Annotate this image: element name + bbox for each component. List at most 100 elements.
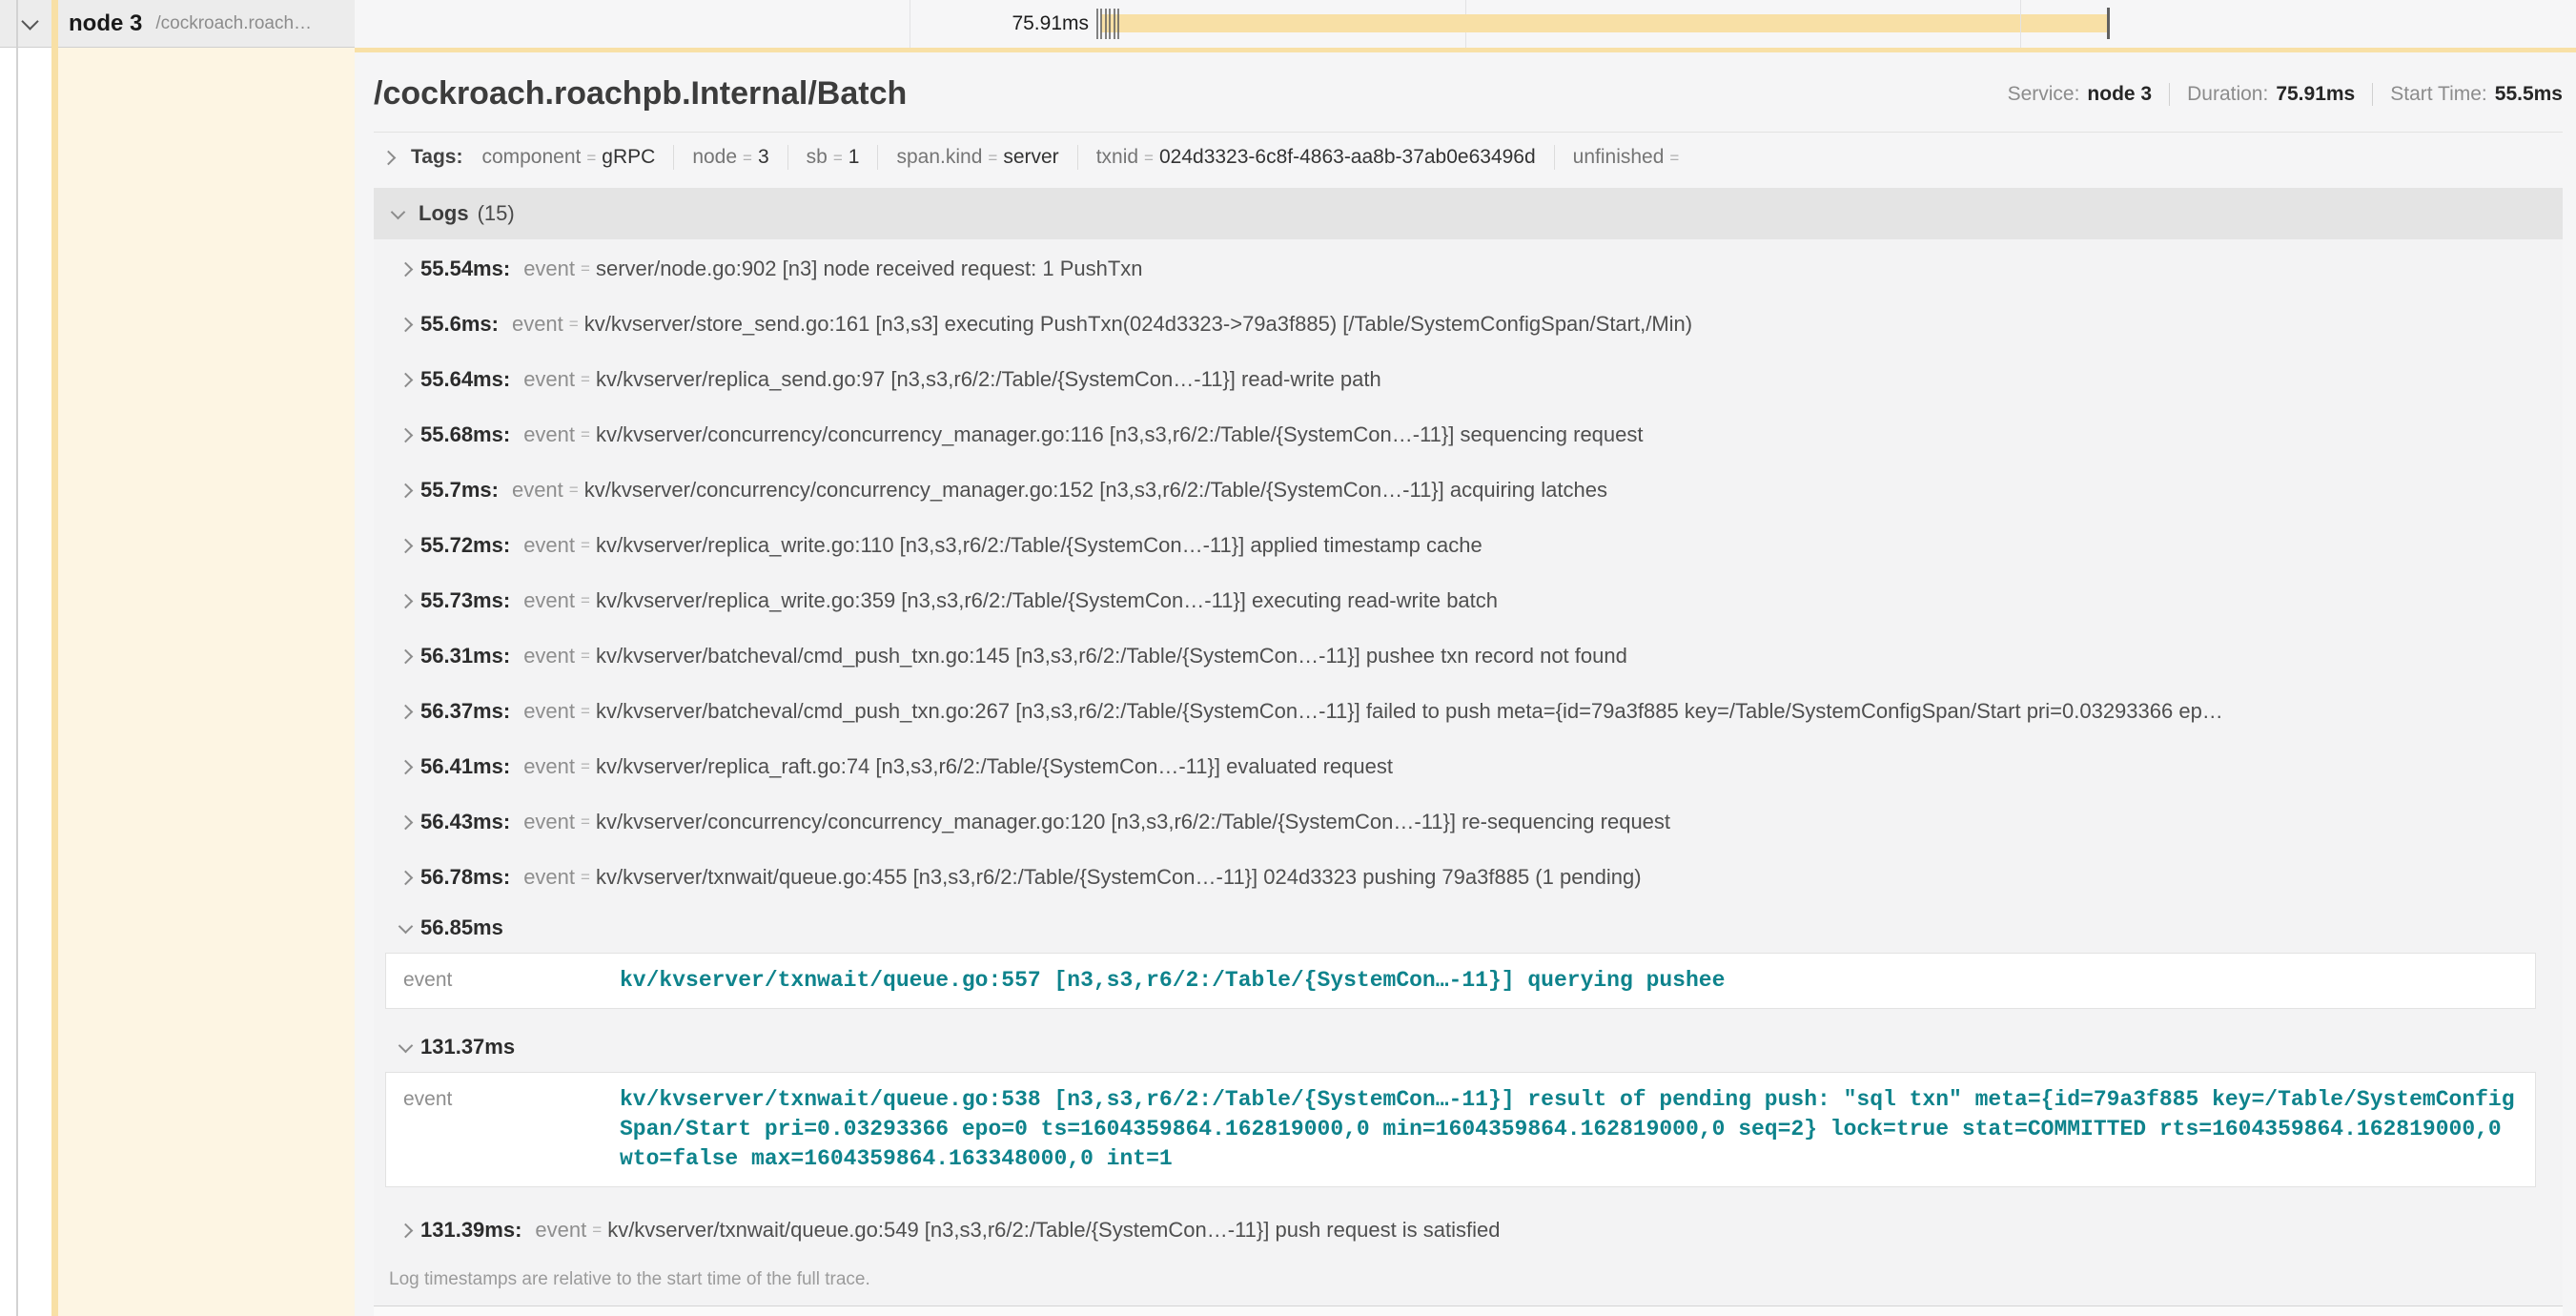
log-field-key: event xyxy=(523,422,575,447)
log-tick-mark xyxy=(1105,9,1107,39)
equals-sign: = xyxy=(581,812,590,832)
logs-accordion-header[interactable]: Logs (15) xyxy=(374,188,2563,239)
log-timestamp: 55.7ms: xyxy=(420,478,499,503)
log-entry-expanded: 56.85ms event kv/kvserver/txnwait/queue.… xyxy=(385,905,2536,1009)
log-timestamp: 56.31ms: xyxy=(420,644,510,668)
chevron-down-icon[interactable] xyxy=(399,1038,414,1053)
chevron-right-icon[interactable] xyxy=(399,593,414,608)
stat-divider xyxy=(2372,83,2373,106)
equals-sign: = xyxy=(581,702,590,721)
span-detail-header: /cockroach.roachpb.Internal/Batch Servic… xyxy=(374,52,2563,133)
tag-value: gRPC xyxy=(602,146,655,169)
log-timestamp: 55.68ms: xyxy=(420,422,510,447)
start-time-stat-value: 55.5ms xyxy=(2495,83,2563,106)
equals-sign: = xyxy=(1669,149,1679,168)
log-timestamp: 55.72ms: xyxy=(420,533,510,558)
chevron-right-icon[interactable] xyxy=(399,427,414,442)
tag-divider xyxy=(673,145,674,170)
chevron-right-icon[interactable] xyxy=(399,483,414,498)
chevron-down-icon[interactable] xyxy=(399,918,414,934)
span-detail-title: /cockroach.roachpb.Internal/Batch xyxy=(374,75,907,113)
log-message: kv/kvserver/batcheval/cmd_push_txn.go:26… xyxy=(596,699,2536,724)
log-entry-header[interactable]: 56.85ms xyxy=(385,905,2536,951)
tag-item: span.kind = server xyxy=(896,146,1058,169)
tag-key: node xyxy=(692,146,737,169)
equals-sign: = xyxy=(988,149,997,168)
log-entry[interactable]: 131.39ms: event = kv/kvserver/txnwait/qu… xyxy=(385,1203,2536,1258)
timeline-area[interactable]: 75.91ms xyxy=(355,0,2576,48)
log-message: kv/kvserver/replica_raft.go:74 [n3,s3,r6… xyxy=(596,754,2536,779)
equals-sign: = xyxy=(833,149,843,168)
log-entry[interactable]: 55.6ms: event = kv/kvserver/store_send.g… xyxy=(385,297,2536,352)
service-stat-value: node 3 xyxy=(2087,83,2152,106)
chevron-right-icon[interactable] xyxy=(399,759,414,774)
tag-value: 1 xyxy=(848,146,860,169)
equals-sign: = xyxy=(581,647,590,666)
log-timestamp: 56.37ms: xyxy=(420,699,510,724)
logs-footer-note: Log timestamps are relative to the start… xyxy=(385,1258,2536,1306)
tag-divider xyxy=(787,145,788,170)
chevron-right-icon[interactable] xyxy=(399,1223,414,1238)
log-field-key: event xyxy=(523,754,575,779)
log-message: kv/kvserver/replica_write.go:110 [n3,s3,… xyxy=(596,533,2536,558)
log-entry[interactable]: 55.64ms: event = kv/kvserver/replica_sen… xyxy=(385,352,2536,407)
chevron-right-icon[interactable] xyxy=(399,372,414,387)
log-tick-mark xyxy=(1109,9,1111,39)
log-entry[interactable]: 55.73ms: event = kv/kvserver/replica_wri… xyxy=(385,573,2536,628)
equals-sign: = xyxy=(581,370,590,389)
log-message: kv/kvserver/replica_write.go:359 [n3,s3,… xyxy=(596,588,2536,613)
grid-line xyxy=(2020,0,2021,48)
log-message: kv/kvserver/concurrency/concurrency_mana… xyxy=(596,810,2536,834)
tag-value: 024d3323-6c8f-4863-aa8b-37ab0e63496d xyxy=(1159,146,1536,169)
logs-count: (15) xyxy=(478,201,515,226)
log-message: kv/kvserver/txnwait/queue.go:455 [n3,s3,… xyxy=(596,865,2536,890)
tag-item: txnid = 024d3323-6c8f-4863-aa8b-37ab0e63… xyxy=(1096,146,1536,169)
log-timestamp: 55.54ms: xyxy=(420,257,510,281)
chevron-right-icon[interactable] xyxy=(399,870,414,885)
log-entry-header[interactable]: 131.37ms xyxy=(385,1024,2536,1070)
chevron-down-icon[interactable] xyxy=(21,12,38,30)
log-entry[interactable]: 55.72ms: event = kv/kvserver/replica_wri… xyxy=(385,518,2536,573)
chevron-right-icon[interactable] xyxy=(399,704,414,719)
tag-key: sb xyxy=(807,146,828,169)
duration-stat-value: 75.91ms xyxy=(2276,83,2355,106)
span-bar-row[interactable]: node 3 /cockroach.roach… 75.91ms xyxy=(0,0,2576,48)
log-timestamp: 56.78ms: xyxy=(420,865,510,890)
log-field-key: event xyxy=(535,1218,586,1243)
log-entry[interactable]: 56.41ms: event = kv/kvserver/replica_raf… xyxy=(385,739,2536,794)
duration-label: 75.91ms xyxy=(355,0,1089,48)
chevron-right-icon[interactable] xyxy=(381,150,397,165)
tag-divider xyxy=(1077,145,1078,170)
log-timestamp: 131.37ms xyxy=(420,1035,515,1059)
log-entry[interactable]: 56.37ms: event = kv/kvserver/batcheval/c… xyxy=(385,684,2536,739)
trace-detail-view: node 3 /cockroach.roach… 75.91ms /cockro… xyxy=(0,0,2576,1316)
chevron-right-icon[interactable] xyxy=(399,261,414,277)
chevron-right-icon[interactable] xyxy=(399,538,414,553)
log-entry[interactable]: 56.31ms: event = kv/kvserver/batcheval/c… xyxy=(385,628,2536,684)
chevron-down-icon[interactable] xyxy=(391,204,406,219)
chevron-right-icon[interactable] xyxy=(399,317,414,332)
log-timestamp: 131.39ms: xyxy=(420,1218,521,1243)
span-bar[interactable] xyxy=(1101,14,2107,32)
span-overview-stats: Service: node 3 Duration: 75.91ms Start … xyxy=(2008,83,2563,106)
tags-section[interactable]: Tags: component = gRPC node = 3 sb = 1 s… xyxy=(374,133,2563,182)
log-entry[interactable]: 56.78ms: event = kv/kvserver/txnwait/que… xyxy=(385,850,2536,905)
log-entry[interactable]: 56.43ms: event = kv/kvserver/concurrency… xyxy=(385,794,2536,850)
log-entry[interactable]: 55.7ms: event = kv/kvserver/concurrency/… xyxy=(385,463,2536,518)
span-detail-gutter xyxy=(58,48,355,1316)
tag-item: node = 3 xyxy=(692,146,768,169)
log-entry[interactable]: 55.68ms: event = kv/kvserver/concurrency… xyxy=(385,407,2536,463)
start-time-stat-label: Start Time: xyxy=(2390,83,2487,106)
log-kv-table: event kv/kvserver/txnwait/queue.go:557 [… xyxy=(385,953,2536,1009)
operation-name: /cockroach.roach… xyxy=(155,13,312,34)
chevron-right-icon[interactable] xyxy=(399,814,414,830)
log-field-key: event xyxy=(523,810,575,834)
logs-list: 55.54ms: event = server/node.go:902 [n3]… xyxy=(374,239,2563,1306)
equals-sign: = xyxy=(581,536,590,555)
log-timestamp: 55.64ms: xyxy=(420,367,510,392)
log-message: kv/kvserver/replica_send.go:97 [n3,s3,r6… xyxy=(596,367,2536,392)
equals-sign: = xyxy=(592,1221,602,1240)
log-field-key: event xyxy=(512,478,563,503)
chevron-right-icon[interactable] xyxy=(399,648,414,664)
log-entry[interactable]: 55.54ms: event = server/node.go:902 [n3]… xyxy=(385,241,2536,297)
